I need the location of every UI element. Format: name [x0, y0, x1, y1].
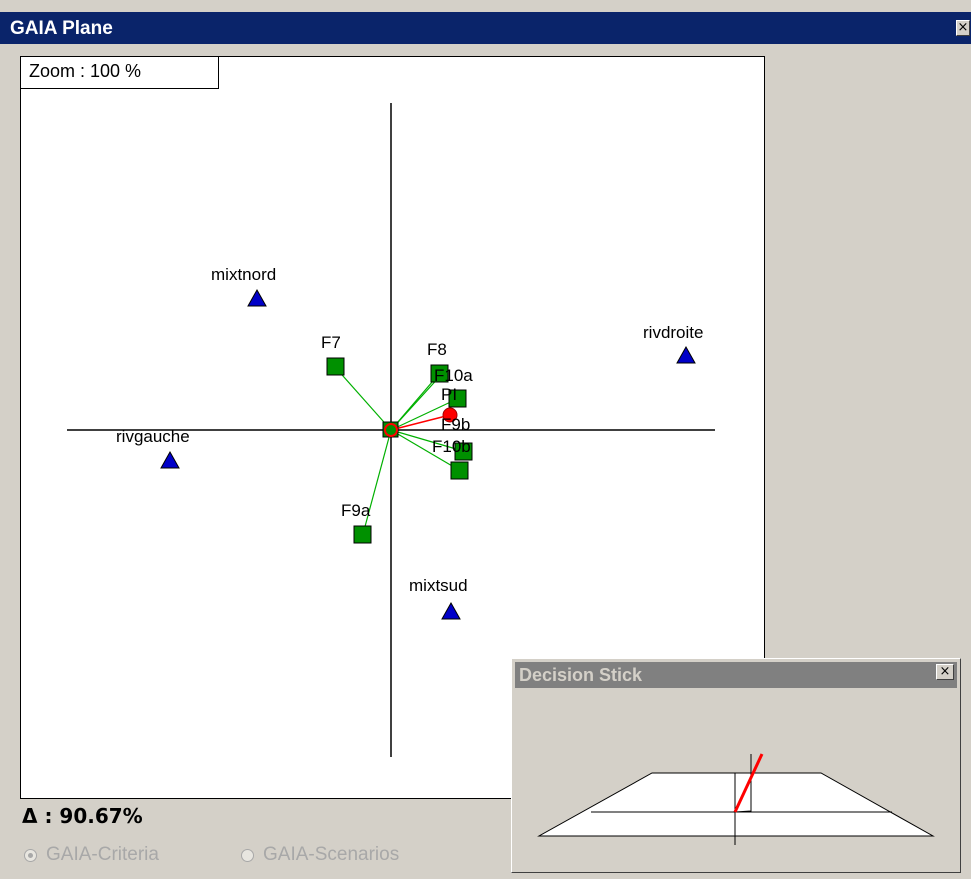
radio-gaia-criteria[interactable]: GAIA-Criteria: [24, 844, 159, 866]
criterion-marker-mixtnord[interactable]: [247, 288, 267, 307]
action-label-f9b: F9b: [441, 415, 470, 434]
close-icon[interactable]: ×: [956, 20, 970, 36]
action-marker-f10b[interactable]: [450, 461, 469, 480]
decision-stick-svg: [537, 753, 935, 845]
radio-gaia-scenarios-label: GAIA-Scenarios: [263, 844, 400, 865]
stick-base-plane: [537, 772, 935, 837]
criterion-marker-rivgauche[interactable]: [160, 450, 180, 469]
radio-gaia-scenarios[interactable]: GAIA-Scenarios: [241, 844, 399, 866]
decision-stick-title: Decision Stick: [519, 665, 643, 685]
window-title: GAIA Plane: [10, 18, 113, 39]
zoom-indicator: Zoom : 100 %: [21, 57, 219, 89]
criterion-marker-mixtsud[interactable]: [441, 601, 461, 620]
radio-gaia-criteria-label: GAIA-Criteria: [46, 844, 159, 865]
criterion-label-mixtnord: mixtnord: [211, 265, 276, 284]
delta-value: Δ : 90.67%: [22, 804, 143, 828]
gaia-plane-titlebar: GAIA Plane ×: [0, 12, 971, 44]
criterion-label-rivdroite: rivdroite: [643, 323, 703, 342]
action-label-f8: F8: [427, 340, 447, 359]
criterion-label-rivgauche: rivgauche: [116, 427, 190, 446]
action-label-f10b: F10b: [432, 437, 471, 456]
radio-unchecked-icon: [241, 848, 254, 862]
action-marker-f7[interactable]: [326, 357, 345, 376]
action-marker-f9a[interactable]: [353, 525, 372, 544]
decision-stick-titlebar: Decision Stick: [515, 662, 957, 688]
action-label-f10a: F10a: [434, 366, 473, 385]
action-label-f9a: F9a: [341, 501, 371, 520]
link-f7: [334, 366, 392, 431]
action-label-f7: F7: [321, 333, 341, 352]
radio-checked-icon: [24, 848, 37, 862]
decision-stick-window[interactable]: Decision Stick ×: [511, 658, 961, 873]
close-icon[interactable]: ×: [936, 664, 954, 680]
criterion-marker-rivdroite[interactable]: [676, 345, 696, 364]
action-label-pi: PI: [441, 385, 457, 404]
criterion-label-mixtsud: mixtsud: [409, 576, 468, 595]
